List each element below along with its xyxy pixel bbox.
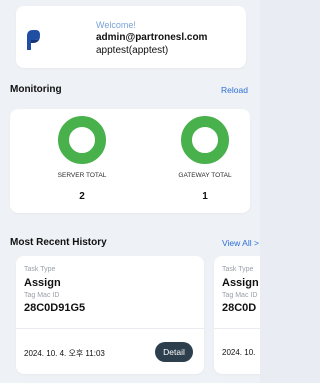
server-total-label: SERVER TOTAL <box>57 172 107 179</box>
history-card[interactable]: Task Type Assign Tag Mac ID 28C0D 2024. … <box>214 256 260 374</box>
history-date: 2024. 10. 4. 오후 11:03 <box>24 349 105 358</box>
welcome-text: Welcome! <box>96 20 136 30</box>
partron-logo-icon <box>27 30 40 50</box>
gateway-total-label: GATEWAY TOTAL <box>178 172 232 179</box>
tag-mac-label: Tag Mac ID <box>24 292 60 299</box>
history-card[interactable]: Task Type Assign Tag Mac ID 28C0D91G5 20… <box>16 256 204 374</box>
user-name: apptest(apptest) <box>96 45 169 56</box>
history-title: Most Recent History <box>10 237 107 248</box>
history-date: 2024. 10. <box>222 348 256 357</box>
server-total-ring <box>58 116 106 164</box>
gateway-total-ring <box>181 116 229 164</box>
gateway-total-value: 1 <box>202 191 208 202</box>
tag-mac-label: Tag Mac ID <box>222 292 258 299</box>
user-email: admin@partronesl.com <box>96 32 208 43</box>
app-screen: Welcome! admin@partronesl.com apptest(ap… <box>0 0 260 383</box>
card-divider <box>16 328 204 329</box>
monitoring-card: SERVER TOTAL GATEWAY TOTAL 2 1 <box>10 109 250 213</box>
monitoring-title: Monitoring <box>10 84 62 95</box>
card-divider <box>214 328 260 329</box>
task-type-label: Task Type <box>222 266 254 273</box>
task-type-value: Assign <box>24 277 61 289</box>
task-type-label: Task Type <box>24 266 56 273</box>
server-total-value: 2 <box>79 191 85 202</box>
view-all-link[interactable]: View All > <box>222 238 259 248</box>
task-type-value: Assign <box>222 277 259 289</box>
tag-mac-value: 28C0D91G5 <box>24 302 86 314</box>
tag-mac-value: 28C0D <box>222 302 257 314</box>
detail-button[interactable]: Detail <box>155 342 193 362</box>
reload-link[interactable]: Reload <box>221 85 248 95</box>
user-card: Welcome! admin@partronesl.com apptest(ap… <box>16 6 246 68</box>
